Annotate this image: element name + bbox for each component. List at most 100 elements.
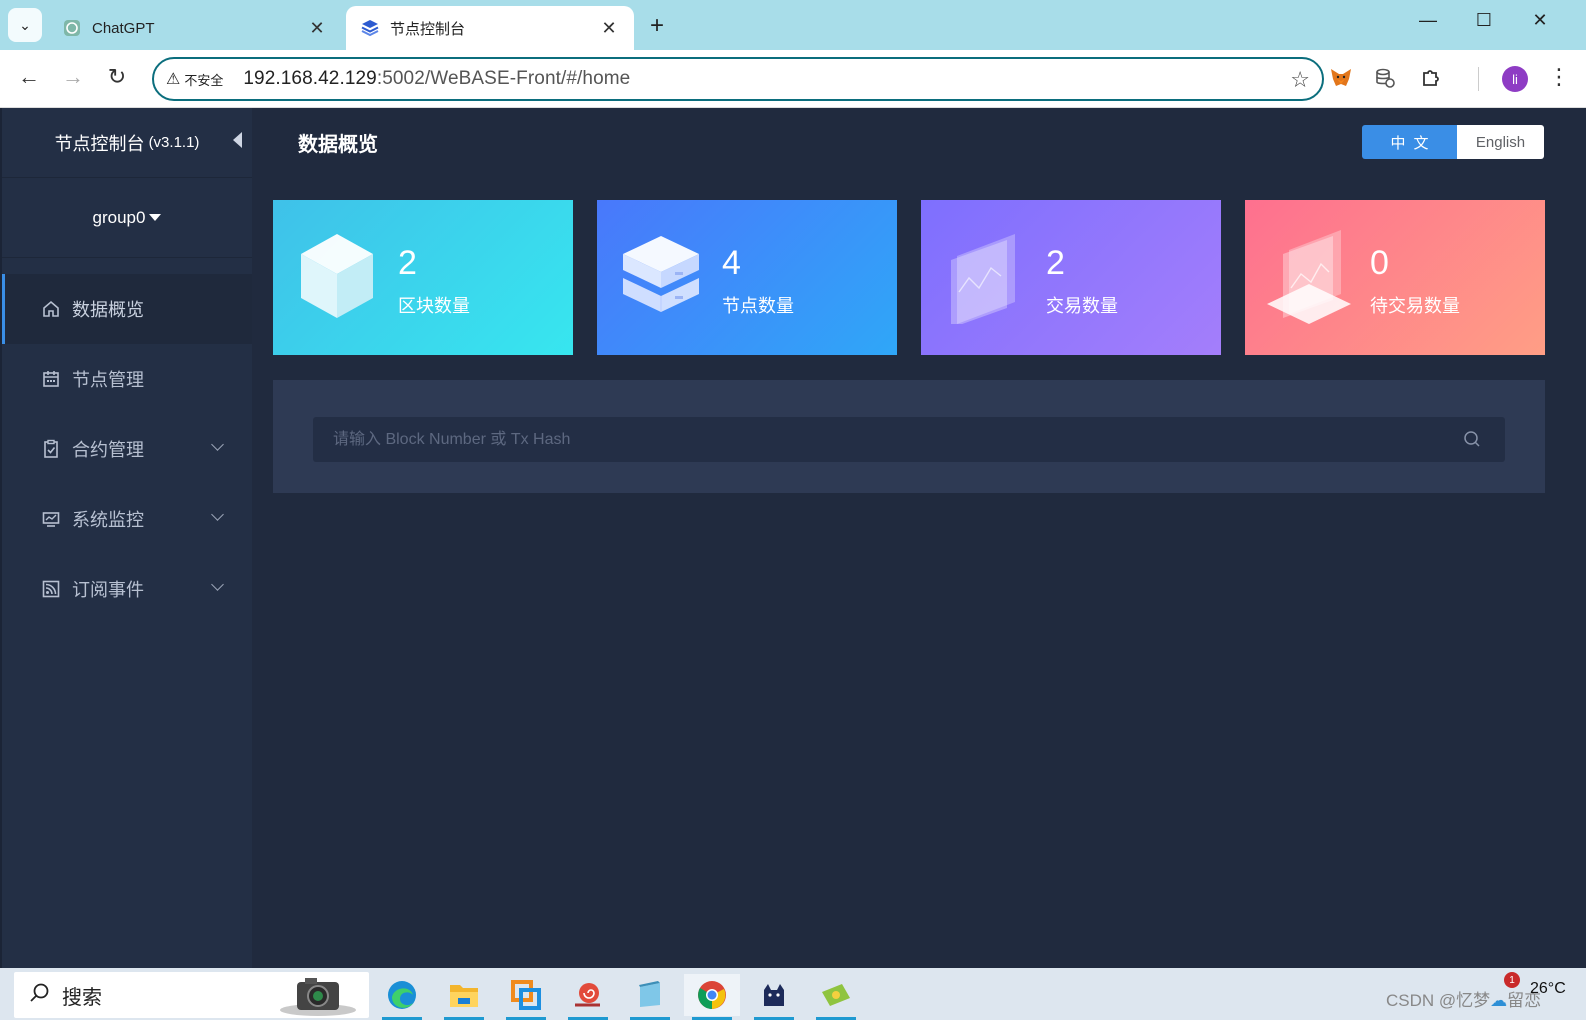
home-icon — [40, 298, 62, 320]
database-extension-icon[interactable] — [1370, 63, 1400, 93]
search-icon[interactable] — [1463, 430, 1481, 453]
layers-logo-icon — [360, 18, 380, 38]
stat-value: 0 — [1370, 244, 1389, 282]
lang-en-button[interactable]: English — [1457, 125, 1544, 159]
chevron-down-icon — [211, 438, 224, 451]
file-explorer-icon[interactable] — [436, 974, 492, 1020]
search-icon — [28, 982, 50, 1009]
forward-arrow-icon[interactable]: → — [58, 64, 88, 90]
sidebar-brand: 节点控制台 (v3.1.1) — [2, 108, 252, 178]
stat-card-blocks[interactable]: 2 区块数量 — [273, 200, 573, 355]
transaction-panel-icon — [941, 228, 1029, 328]
sidebar-item-label: 节点管理 — [72, 370, 144, 390]
group-name: group0 — [92, 207, 146, 227]
sidebar-item-overview[interactable]: 数据概览 — [2, 274, 252, 344]
sidebar-menu: 数据概览 节点管理 合约管理 系统监控 订阅事件 — [2, 274, 252, 624]
caret-down-icon — [149, 214, 162, 221]
taskbar-search-label: 搜索 — [62, 984, 102, 1009]
warning-triangle-icon: ⚠ — [166, 71, 181, 88]
more-options-icon[interactable]: ⋮ — [1548, 64, 1570, 90]
chrome-icon[interactable] — [684, 974, 740, 1020]
close-icon[interactable]: ✕ — [598, 18, 620, 39]
weather-temperature[interactable]: 26°C — [1530, 980, 1566, 998]
notepad-icon[interactable] — [622, 974, 678, 1020]
collapse-sidebar-icon[interactable] — [233, 132, 242, 148]
url-host: 192.168.42.129 — [243, 68, 377, 89]
sidebar-item-system-monitor[interactable]: 系统监控 — [2, 484, 252, 554]
notification-badge: 1 — [1504, 972, 1520, 988]
cat-app-icon[interactable] — [746, 974, 802, 1020]
chevron-down-icon — [211, 508, 224, 521]
close-icon[interactable]: ✕ — [306, 18, 328, 39]
stat-card-pending-transactions[interactable]: 0 待交易数量 — [1245, 200, 1545, 355]
tab-chatgpt[interactable]: ChatGPT ✕ — [48, 6, 342, 50]
cloud-icon: ☁ — [1490, 991, 1508, 1010]
security-label: 不安全 — [184, 72, 224, 88]
tab-node-console[interactable]: 节点控制台 ✕ — [346, 6, 634, 50]
toolbar-divider — [1478, 67, 1479, 91]
watermark-main: CSDN @忆梦 — [1386, 991, 1491, 1010]
lang-zh-button[interactable]: 中文 — [1362, 125, 1457, 159]
monitor-chart-icon — [40, 508, 62, 530]
edge-icon[interactable] — [374, 974, 430, 1020]
pending-tx-panel-icon — [1265, 228, 1353, 324]
rss-icon — [40, 578, 62, 600]
sidebar-item-label: 系统监控 — [72, 510, 144, 530]
sidebar-item-label: 订阅事件 — [72, 580, 144, 600]
page-title: 数据概览 — [298, 134, 378, 156]
sidebar-item-contract-management[interactable]: 合约管理 — [2, 414, 252, 484]
tab-search-dropdown-button[interactable]: ⌄ — [8, 8, 42, 42]
puzzle-extensions-icon[interactable] — [1416, 63, 1446, 93]
vmware-icon[interactable] — [498, 974, 554, 1020]
search-panel — [273, 380, 1545, 493]
stat-card-transactions[interactable]: 2 交易数量 — [921, 200, 1221, 355]
security-indicator[interactable]: ⚠ 不安全 — [166, 69, 223, 89]
maximize-icon[interactable]: ☐ — [1464, 10, 1504, 31]
new-tab-button[interactable]: + — [644, 12, 670, 40]
language-switch: 中文 English — [1362, 125, 1544, 159]
browser-tab-bar: ⌄ ChatGPT ✕ 节点控制台 ✕ + — ☐ ✕ — [0, 0, 1586, 50]
calendar-icon — [40, 368, 62, 390]
cube-icon — [293, 228, 381, 324]
stat-value: 2 — [1046, 244, 1065, 282]
money-app-icon[interactable] — [808, 974, 864, 1020]
profile-avatar[interactable]: li — [1502, 66, 1528, 92]
search-box — [313, 417, 1505, 462]
url-path: :5002/WeBASE-Front/#/home — [376, 68, 631, 89]
metamask-fox-icon[interactable] — [1326, 63, 1356, 93]
main-content: 数据概览 中文 English 2 区块数量 4 节点数量 2 交易数量 0 待… — [252, 108, 1586, 968]
group-selector[interactable]: group0 — [2, 178, 252, 258]
stat-value: 4 — [722, 244, 741, 282]
stat-label: 待交易数量 — [1370, 296, 1460, 316]
address-bar[interactable]: ⚠ 不安全 192.168.42.129:5002/WeBASE-Front/#… — [152, 57, 1324, 101]
chevron-down-icon: ⌄ — [19, 16, 31, 33]
taskbar-search[interactable]: 搜索 — [14, 972, 369, 1018]
chevron-down-icon — [211, 578, 224, 591]
bookmark-star-icon[interactable]: ☆ — [1290, 67, 1310, 93]
sidebar-item-subscribe-events[interactable]: 订阅事件 — [2, 554, 252, 624]
block-tx-search-input[interactable] — [313, 417, 1505, 462]
server-stack-icon — [617, 228, 705, 324]
stat-label: 节点数量 — [722, 296, 794, 316]
brand-version: (v3.1.1) — [148, 134, 200, 151]
sidebar-item-label: 合约管理 — [72, 440, 144, 460]
os-taskbar: 搜索 CSDN @忆梦☁留恋 1 26°C — [0, 968, 1586, 1020]
chatgpt-logo-icon — [62, 18, 82, 38]
sidebar-item-node-management[interactable]: 节点管理 — [2, 344, 252, 414]
reload-icon[interactable]: ↻ — [102, 64, 132, 90]
camera-app-icon — [279, 974, 357, 1020]
stat-card-nodes[interactable]: 4 节点数量 — [597, 200, 897, 355]
stat-value: 2 — [398, 244, 417, 282]
minimize-icon[interactable]: — — [1408, 10, 1448, 31]
watermark-text: CSDN @忆梦☁留恋 — [1386, 986, 1541, 1011]
stat-label: 交易数量 — [1046, 296, 1118, 316]
sidebar: 节点控制台 (v3.1.1) group0 数据概览 节点管理 合约管理 系统监… — [0, 108, 252, 968]
browser-toolbar: ← → ↻ ⚠ 不安全 192.168.42.129:5002/WeBASE-F… — [0, 50, 1586, 108]
tab-title: 节点控制台 — [390, 20, 466, 38]
tab-title: ChatGPT — [92, 19, 155, 37]
snail-app-icon[interactable] — [560, 974, 616, 1020]
back-arrow-icon[interactable]: ← — [14, 64, 44, 90]
sidebar-item-label: 数据概览 — [72, 300, 144, 320]
window-close-icon[interactable]: ✕ — [1520, 10, 1560, 31]
clipboard-check-icon — [40, 438, 62, 460]
